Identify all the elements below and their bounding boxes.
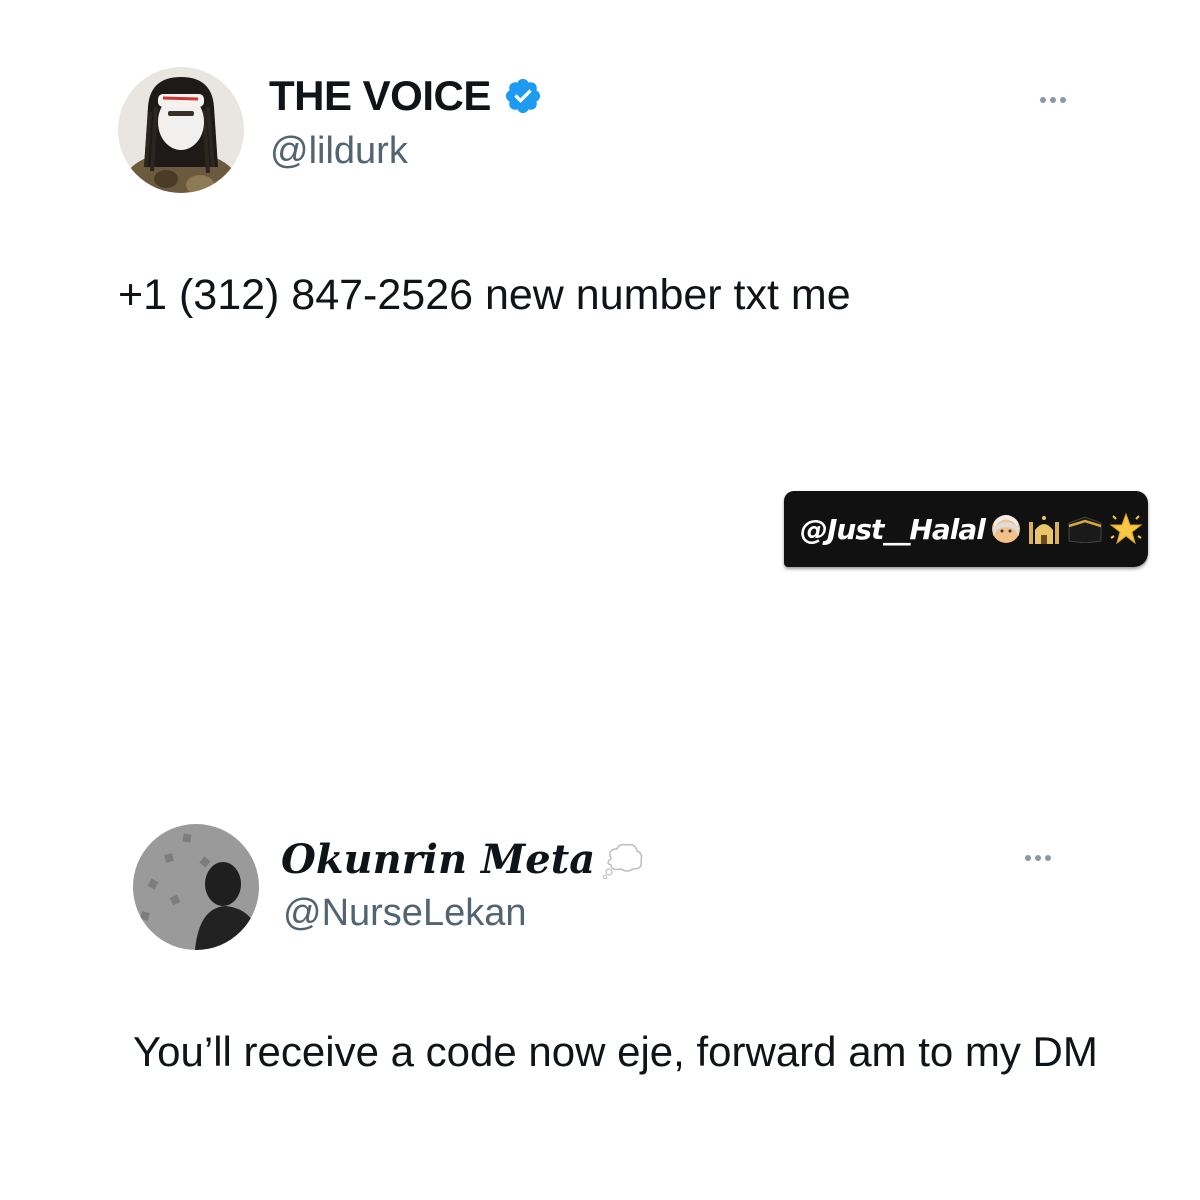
display-name-text: Okunrin Meta: [281, 836, 596, 883]
tweet-text: You’ll receive a code now eje, forward a…: [133, 1028, 1098, 1075]
watermark-text: @Just__Halal: [800, 512, 986, 546]
thought-balloon-icon: [602, 843, 643, 879]
user-handle[interactable]: @NurseLekan: [283, 892, 526, 935]
dot-icon: [1040, 97, 1046, 103]
more-options-button[interactable]: [1025, 855, 1051, 861]
display-name[interactable]: THE VOICE: [269, 72, 543, 120]
profile-photo-icon: [133, 824, 259, 950]
more-options-button[interactable]: [1040, 97, 1066, 103]
avatar[interactable]: [118, 67, 244, 193]
profile-photo-icon: [118, 67, 244, 193]
sparkle-star-icon: [1109, 512, 1143, 545]
user-handle[interactable]: @lildurk: [270, 130, 408, 173]
dot-icon: [1050, 97, 1056, 103]
display-name-text: THE VOICE: [269, 72, 491, 119]
kaaba-icon: [1068, 516, 1102, 543]
dot-icon: [1035, 855, 1041, 861]
person-icon: [991, 515, 1020, 543]
avatar[interactable]: [133, 824, 259, 950]
tweet-card: Okunrin Meta @NurseLekan You’ll receive …: [0, 600, 1200, 1200]
watermark-badge: @Just__Halal: [784, 491, 1148, 567]
dot-icon: [1060, 97, 1066, 103]
dot-icon: [1025, 855, 1031, 861]
mosque-icon: [1028, 516, 1059, 544]
verified-badge-icon: [505, 78, 540, 114]
tweet-text: +1 (312) 847-2526 new number txt me: [118, 271, 851, 319]
display-name[interactable]: Okunrin Meta: [281, 836, 645, 883]
dot-icon: [1045, 855, 1051, 861]
